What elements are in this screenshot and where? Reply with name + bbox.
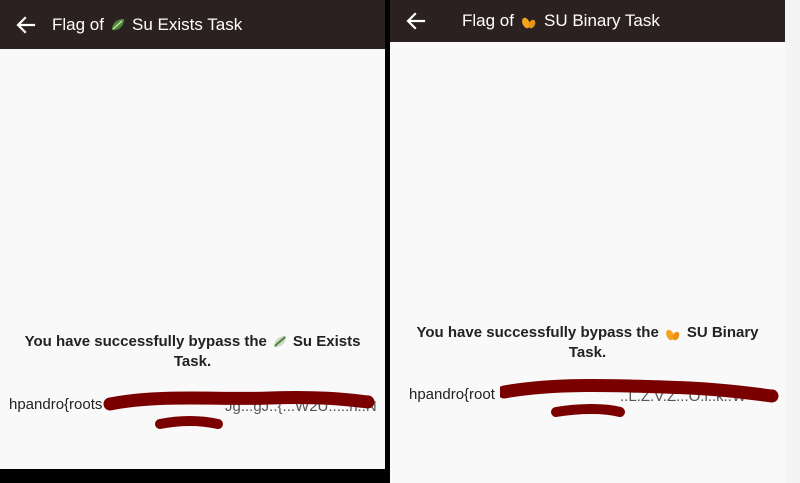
screen-su-exists: Flag of Su Exists Task You have successf… <box>0 0 385 469</box>
beans-icon <box>665 329 680 341</box>
success-message: You have successfully bypass the SU Bina… <box>390 323 785 363</box>
background-strip <box>0 469 385 483</box>
message-line2: Task. <box>568 344 607 361</box>
message-line2: Task. <box>173 353 212 370</box>
screen-su-binary: Flag of SU Binary Task You have successf… <box>390 0 785 483</box>
app-bar: Flag of Su Exists Task <box>0 0 385 49</box>
title-suffix: Su Exists Task <box>131 14 243 34</box>
back-button[interactable] <box>390 0 442 42</box>
leaf-icon <box>273 336 286 348</box>
back-arrow-icon <box>406 12 426 30</box>
flag-text-fragment: ..L.Z.V.Z...O.l..k..W <box>620 388 747 405</box>
message-suffix: SU Binary <box>686 324 759 341</box>
message-prefix: You have successfully bypass the <box>24 333 267 350</box>
background-strip <box>785 0 800 483</box>
back-button[interactable] <box>0 0 52 49</box>
leaf-icon <box>111 18 124 30</box>
page-title: Flag of SU Binary Task <box>462 11 660 31</box>
page-title: Flag of Su Exists Task <box>52 15 242 35</box>
message-prefix: You have successfully bypass the <box>416 324 659 341</box>
title-prefix: Flag of <box>462 11 514 30</box>
back-arrow-icon <box>16 15 36 34</box>
flag-text: hpandro{roots <box>9 396 103 413</box>
flag-text-fragment: Jg...gJ..{...W2U...:.n..N <box>225 398 377 415</box>
title-suffix: SU Binary Task <box>543 11 660 30</box>
success-message: You have successfully bypass the Su Exis… <box>0 332 385 372</box>
app-bar: Flag of SU Binary Task <box>390 0 785 42</box>
flag-text: hpandro{root <box>409 386 495 403</box>
title-prefix: Flag of <box>52 14 104 34</box>
message-suffix: Su Exists <box>292 333 361 350</box>
beans-icon <box>522 17 536 29</box>
